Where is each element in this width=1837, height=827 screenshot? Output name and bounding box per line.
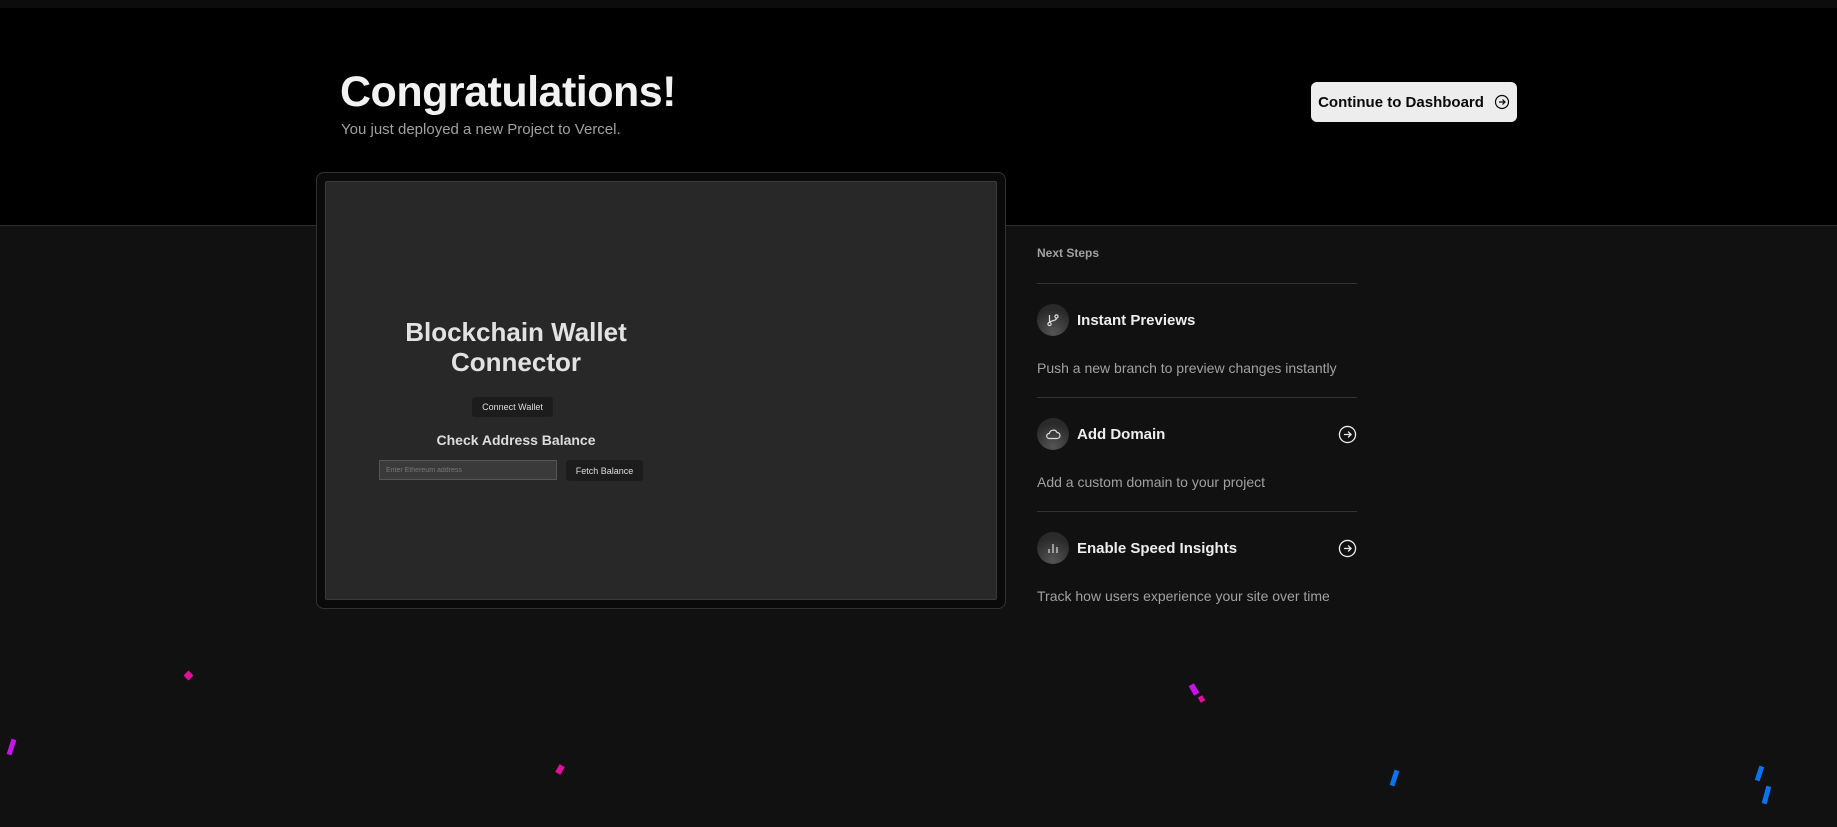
top-bar	[0, 0, 1837, 8]
confetti-piece	[1389, 769, 1400, 787]
cloud-icon	[1037, 418, 1069, 450]
preview-app-title: Blockchain Wallet Connector	[405, 317, 627, 377]
page-title: Congratulations!	[340, 68, 676, 116]
step-title: Add Domain	[1077, 426, 1166, 443]
confetti-piece	[1197, 695, 1206, 703]
connect-wallet-button: Connect Wallet	[472, 397, 553, 417]
bar-chart-icon	[1037, 532, 1069, 564]
deployment-preview-card[interactable]: Blockchain Wallet Connector Connect Wall…	[316, 172, 1006, 609]
step-instant-previews: Instant Previews Push a new branch to pr…	[1037, 284, 1357, 398]
confetti-piece	[6, 738, 17, 756]
arrow-circle-right-icon	[1494, 94, 1510, 110]
step-title: Enable Speed Insights	[1077, 540, 1238, 557]
arrow-circle-right-icon[interactable]	[1338, 539, 1357, 558]
step-add-domain[interactable]: Add Domain Add a custom domain to your p…	[1037, 398, 1357, 512]
git-branch-icon	[1037, 304, 1069, 336]
preview-screenshot: Blockchain Wallet Connector Connect Wall…	[325, 181, 997, 600]
arrow-circle-right-icon[interactable]	[1338, 425, 1357, 444]
step-description: Push a new branch to preview changes ins…	[1037, 360, 1337, 376]
check-balance-heading: Check Address Balance	[436, 432, 596, 448]
page-subtitle: You just deployed a new Project to Verce…	[341, 121, 621, 138]
confetti-piece	[1754, 765, 1765, 782]
next-steps: Next Steps Instant Previews Push a new b…	[1037, 246, 1357, 626]
ethereum-address-input	[379, 460, 557, 480]
confetti-piece	[555, 764, 565, 775]
fetch-balance-button: Fetch Balance	[566, 460, 643, 481]
confetti-piece	[1188, 683, 1200, 696]
step-speed-insights[interactable]: Enable Speed Insights Track how users ex…	[1037, 512, 1357, 626]
confetti-piece	[1761, 785, 1772, 805]
cta-label: Continue to Dashboard	[1318, 93, 1484, 111]
step-description: Track how users experience your site ove…	[1037, 588, 1330, 604]
continue-to-dashboard-button[interactable]: Continue to Dashboard	[1311, 82, 1517, 122]
confetti-piece	[183, 670, 194, 681]
step-title: Instant Previews	[1077, 312, 1196, 329]
next-steps-heading: Next Steps	[1037, 246, 1357, 284]
step-description: Add a custom domain to your project	[1037, 474, 1266, 490]
